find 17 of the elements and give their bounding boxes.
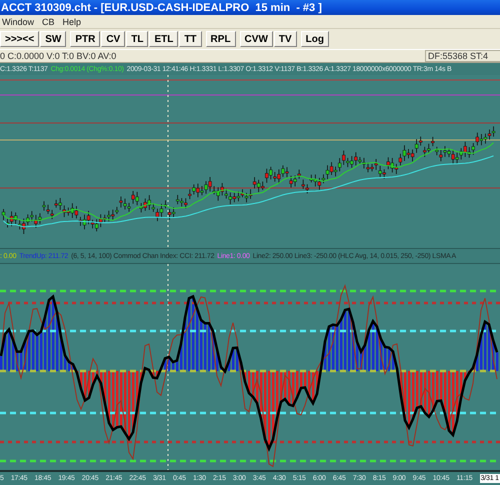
toolbar-button[interactable]: ETL — [149, 31, 178, 47]
window-title: ACCT 310309.cht - [EUR.USD-CASH-IDEALPRO 15 min - #3 ] — [1, 2, 322, 14]
menu-item[interactable]: CB — [42, 16, 55, 26]
status-text: DF:55368 ST:4 — [425, 50, 500, 62]
toolbar-button[interactable]: >>><< — [0, 31, 40, 47]
toolbar-button[interactable]: TL — [126, 31, 148, 47]
toolbar-button[interactable]: RPL — [206, 31, 236, 47]
toolbar-button[interactable]: CVW — [240, 31, 273, 47]
menu-item[interactable]: Help — [62, 16, 82, 26]
toolbar-button[interactable]: Log — [300, 31, 329, 47]
toolbar-button[interactable]: CV — [101, 31, 126, 47]
toolbar-button[interactable]: SW — [40, 31, 66, 47]
toolbar-button[interactable]: TV — [274, 31, 297, 47]
menu-item[interactable]: Window — [2, 16, 34, 26]
status-text: 0 C:0.0000 V:0 T:0 BV:0 AV:0 — [0, 51, 116, 61]
toolbar-button[interactable]: TT — [179, 31, 202, 47]
toolbar-button[interactable]: PTR — [70, 31, 100, 47]
